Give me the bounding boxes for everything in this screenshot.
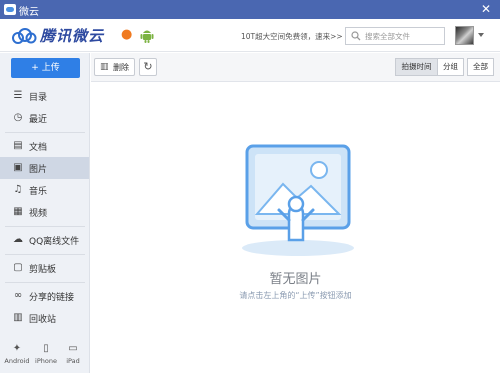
sidebar-item-label: 音乐 <box>29 187 48 197</box>
sidebar-item-documents[interactable]: ▤ 文档 <box>0 135 89 157</box>
chevron-down-icon[interactable] <box>478 33 484 37</box>
delete-button[interactable]: ▥ 删除 <box>94 58 135 76</box>
sidebar-item-label: 图片 <box>29 165 48 175</box>
brand-logo-text: 腾讯微云 <box>40 27 105 45</box>
sidebar-item-label: 目录 <box>29 93 48 103</box>
sidebar-item-shared-links[interactable]: ∞ 分享的链接 <box>0 285 89 307</box>
sidebar-item-music[interactable]: ♫ 音乐 <box>0 179 89 201</box>
toolbar: ▥ 删除 ↻ 拍摄时间 分组 全部 <box>91 53 500 82</box>
iphone-icon: ▯ <box>43 343 49 354</box>
search-placeholder: 搜索全部文件 <box>365 32 410 41</box>
document-icon: ▤ <box>13 140 23 151</box>
upload-button[interactable]: + 上传 <box>11 58 80 78</box>
sidebar-item-label: 剪贴板 <box>29 265 57 275</box>
clock-icon: ◷ <box>13 112 23 123</box>
sidebar-item-clipboard[interactable]: ▢ 剪贴板 <box>0 257 89 279</box>
promo-link[interactable]: 10T超大空间免费领，速来>> <box>241 31 343 42</box>
clipboard-icon: ▢ <box>13 262 23 273</box>
apple-icon[interactable]: ● <box>121 27 132 42</box>
trash-icon: ▥ <box>13 312 23 323</box>
sidebar-divider <box>5 282 85 283</box>
view-mode-all[interactable]: 全部 <box>467 58 494 76</box>
trash-icon: ▥ <box>100 62 109 72</box>
sidebar-item-catalog[interactable]: ☰ 目录 <box>0 85 89 107</box>
header: 腾讯微云 ● 10T超大空间免费领，速来>> 搜索全部文件 <box>0 19 500 52</box>
sidebar: + 上传 ☰ 目录 ◷ 最近 ▤ 文档 ▣ 图片 ♫ 音乐 ▦ 视频 ☁ QQ离… <box>0 53 90 373</box>
sidebar-item-qq-offline[interactable]: ☁ QQ离线文件 <box>0 229 89 251</box>
qq-icon: ☁ <box>13 234 23 245</box>
sidebar-item-images[interactable]: ▣ 图片 <box>0 157 89 179</box>
refresh-button[interactable]: ↻ <box>139 58 157 76</box>
window-title: 微云 <box>19 7 39 18</box>
sidebar-divider <box>5 132 85 133</box>
ipad-icon: ▭ <box>68 343 78 354</box>
sidebar-item-label: QQ离线文件 <box>29 237 80 247</box>
catalog-icon: ☰ <box>13 90 23 101</box>
sidebar-divider <box>5 254 85 255</box>
sidebar-item-label: 文档 <box>29 143 48 153</box>
android-icon: ✦ <box>12 343 22 354</box>
refresh-icon: ↻ <box>143 60 153 73</box>
delete-label: 删除 <box>113 63 129 72</box>
empty-image-illustration <box>242 144 354 256</box>
device-android[interactable]: ✦ Android <box>4 343 30 365</box>
device-iphone[interactable]: ▯ iPhone <box>33 343 59 365</box>
view-mode-shot-time[interactable]: 拍摄时间 <box>395 58 438 76</box>
cloud-logo-icon <box>12 28 37 44</box>
empty-state-hint: 请点击左上角的“上传”按钮添加 <box>239 291 352 300</box>
link-icon: ∞ <box>13 290 23 301</box>
empty-state-title: 暂无图片 <box>269 272 322 287</box>
image-icon: ▣ <box>13 162 23 173</box>
search-input[interactable]: 搜索全部文件 <box>345 27 445 45</box>
device-label: iPhone <box>35 357 57 365</box>
view-mode-group[interactable]: 分组 <box>437 58 464 76</box>
user-avatar[interactable] <box>455 26 474 45</box>
sidebar-item-label: 分享的链接 <box>29 293 75 303</box>
sidebar-item-recycle-bin[interactable]: ▥ 回收站 <box>0 307 89 329</box>
sidebar-item-label: 视频 <box>29 209 48 219</box>
sidebar-item-video[interactable]: ▦ 视频 <box>0 201 89 223</box>
sidebar-item-label: 回收站 <box>29 315 57 325</box>
title-bar: 微云 ✕ <box>0 0 500 19</box>
weiyun-app-icon <box>4 4 16 15</box>
sidebar-divider <box>5 226 85 227</box>
device-ipad[interactable]: ▭ iPad <box>60 343 86 365</box>
video-icon: ▦ <box>13 206 23 217</box>
sidebar-item-label: 最近 <box>29 115 48 125</box>
close-icon[interactable]: ✕ <box>478 1 494 17</box>
device-label: iPad <box>66 357 80 365</box>
android-icon[interactable] <box>140 27 154 43</box>
search-icon <box>351 31 361 41</box>
device-label: Android <box>4 357 30 365</box>
music-icon: ♫ <box>13 184 23 195</box>
sidebar-item-recent[interactable]: ◷ 最近 <box>0 107 89 129</box>
